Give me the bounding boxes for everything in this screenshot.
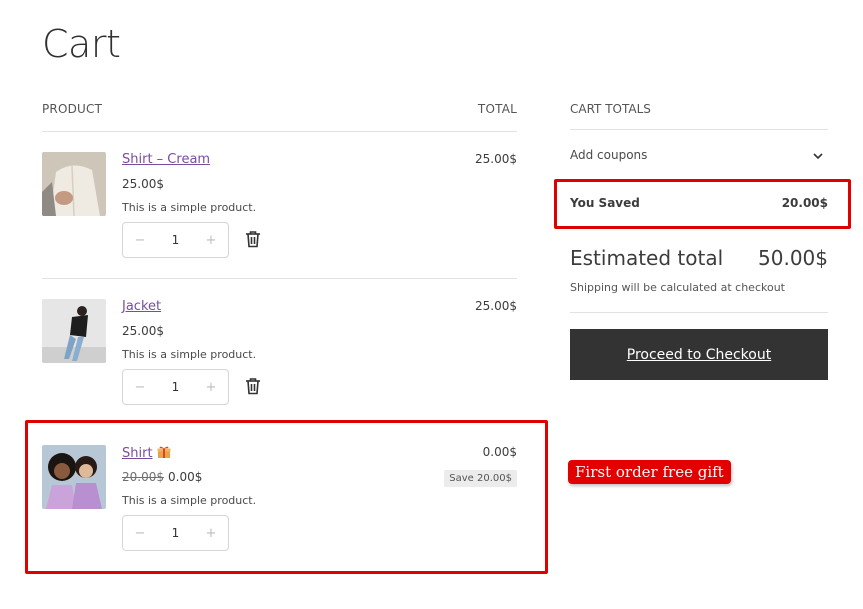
you-saved-highlight-box: [554, 179, 851, 229]
qty-decrease-button[interactable]: −: [133, 380, 147, 395]
line-total: 25.00$: [475, 299, 517, 313]
add-coupons-toggle[interactable]: Add coupons: [570, 148, 828, 162]
qty-increase-button[interactable]: +: [204, 233, 218, 248]
shipping-note: Shipping will be calculated at checkout: [570, 281, 785, 294]
unit-price: 25.00$: [122, 177, 164, 191]
qty-decrease-button[interactable]: −: [133, 233, 147, 248]
product-column-header: PRODUCT: [42, 102, 103, 116]
unit-price-value: 25.00$: [122, 177, 164, 191]
qty-value[interactable]: 1: [172, 380, 180, 394]
cart-totals-title: CART TOTALS: [570, 102, 828, 130]
gift-annotation-label: First order free gift: [568, 460, 731, 484]
cart-table-header: PRODUCT TOTAL: [42, 102, 517, 132]
qty-increase-button[interactable]: +: [204, 380, 218, 395]
product-thumbnail[interactable]: [42, 152, 106, 216]
trash-icon[interactable]: [245, 230, 261, 248]
product-description: This is a simple product.: [122, 201, 257, 214]
gift-item-highlight-box: [25, 420, 548, 574]
total-column-header: TOTAL: [477, 102, 517, 116]
cart-item-jacket: Jacket 25.00$ This is a simple product. …: [42, 279, 517, 425]
chevron-down-icon[interactable]: [812, 150, 824, 162]
trash-icon[interactable]: [245, 377, 261, 395]
qty-value[interactable]: 1: [172, 233, 180, 247]
page-title: Cart: [42, 22, 121, 66]
product-description: This is a simple product.: [122, 348, 257, 361]
estimated-total-value: 50.00$: [758, 246, 828, 270]
cart-totals-panel: CART TOTALS Add coupons You Saved 20.00$…: [570, 102, 828, 380]
estimated-total-label: Estimated total: [570, 246, 724, 270]
product-name-link[interactable]: Shirt – Cream: [122, 152, 210, 167]
product-name-link[interactable]: Jacket: [122, 299, 161, 314]
estimated-total-row: Estimated total 50.00$: [570, 246, 828, 270]
line-total: 25.00$: [475, 152, 517, 166]
product-thumbnail[interactable]: [42, 299, 106, 363]
quantity-stepper: − 1 +: [122, 222, 229, 258]
quantity-stepper: − 1 +: [122, 369, 229, 405]
add-coupons-label[interactable]: Add coupons: [570, 148, 647, 162]
divider: [570, 312, 828, 313]
proceed-to-checkout-button[interactable]: Proceed to Checkout: [570, 329, 828, 380]
unit-price: 25.00$: [122, 324, 164, 338]
unit-price-value: 25.00$: [122, 324, 164, 338]
cart-item-shirt-cream: Shirt – Cream 25.00$ This is a simple pr…: [42, 132, 517, 279]
